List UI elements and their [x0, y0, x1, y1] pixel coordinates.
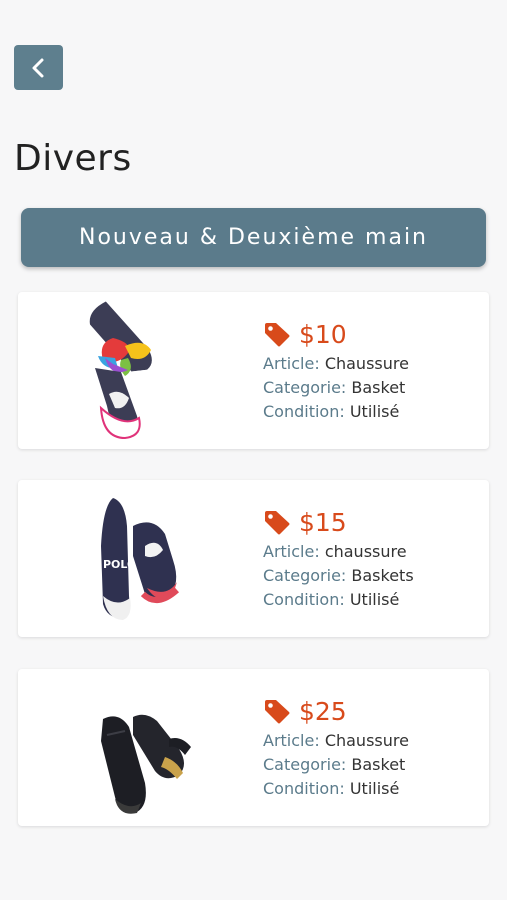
price-tag-icon: [265, 323, 290, 347]
article-label: Article:: [263, 542, 320, 561]
back-button[interactable]: [14, 45, 63, 90]
article-value: chaussure: [324, 542, 407, 561]
condition-value: Utilisé: [349, 590, 400, 609]
condition-value: Utilisé: [349, 402, 400, 421]
price-tag-icon: [265, 511, 290, 535]
article-value: Chaussure: [324, 354, 409, 373]
category-label: Categorie:: [263, 566, 347, 585]
product-card[interactable]: $10 Article: Chaussure Categorie: Basket…: [18, 292, 489, 449]
category-label: Categorie:: [263, 755, 347, 774]
category-value: Basket: [351, 378, 406, 397]
condition-label: Condition:: [263, 402, 345, 421]
article-label: Article:: [263, 731, 320, 750]
page-title: Divers: [14, 138, 132, 179]
chevron-left-icon: [32, 58, 43, 77]
product-card[interactable]: POLO $15 Article: chaussure Categorie: B…: [18, 480, 489, 637]
category-value: Baskets: [351, 566, 414, 585]
article-value: Chaussure: [324, 731, 409, 750]
category-button[interactable]: Nouveau & Deuxième main: [21, 208, 486, 267]
product-image: [89, 301, 152, 440]
condition-label: Condition:: [263, 779, 345, 798]
price-tag-icon: [265, 700, 290, 724]
product-price: $15: [299, 507, 347, 537]
product-image: [101, 714, 191, 814]
product-price: $10: [299, 319, 347, 349]
condition-label: Condition:: [263, 590, 345, 609]
category-value: Basket: [351, 755, 406, 774]
product-image: POLO: [101, 498, 180, 620]
condition-value: Utilisé: [349, 779, 400, 798]
article-label: Article:: [263, 354, 320, 373]
product-card[interactable]: $25 Article: Chaussure Categorie: Basket…: [18, 669, 489, 826]
svg-text:POLO: POLO: [103, 558, 136, 571]
category-label: Categorie:: [263, 378, 347, 397]
product-price: $25: [299, 696, 347, 726]
